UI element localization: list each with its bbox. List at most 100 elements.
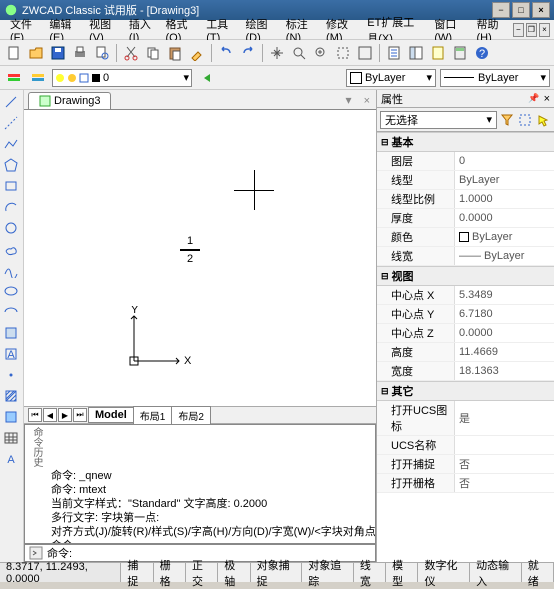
- property-value[interactable]: [455, 436, 554, 454]
- property-row[interactable]: UCS名称: [377, 436, 554, 455]
- region-tool[interactable]: [1, 407, 21, 427]
- tab-prev-button[interactable]: ◀: [43, 408, 57, 422]
- layer-prev-button[interactable]: [196, 68, 216, 88]
- toggle-pick-icon[interactable]: [535, 112, 551, 128]
- calc-button[interactable]: [450, 43, 470, 63]
- match-prop-button[interactable]: [187, 43, 207, 63]
- property-value[interactable]: 5.3489: [455, 286, 554, 304]
- maximize-button[interactable]: □: [512, 2, 530, 18]
- pan-button[interactable]: [267, 43, 287, 63]
- property-value[interactable]: ByLayer: [455, 228, 554, 246]
- status-toggle[interactable]: 捕捉: [121, 563, 153, 582]
- tab-next-button[interactable]: ▶: [58, 408, 72, 422]
- ellipse-arc-tool[interactable]: [1, 302, 21, 322]
- panel-close-icon[interactable]: ×: [544, 93, 550, 105]
- property-value[interactable]: 0.0000: [455, 209, 554, 227]
- layer-dropdown[interactable]: 0 ▾: [52, 69, 192, 87]
- property-row[interactable]: 线型比例1.0000: [377, 190, 554, 209]
- polygon-tool[interactable]: [1, 155, 21, 175]
- property-row[interactable]: 颜色ByLayer: [377, 228, 554, 247]
- property-value[interactable]: 是: [455, 401, 554, 435]
- hatch-tool[interactable]: [1, 386, 21, 406]
- tab-close-icon[interactable]: ×: [358, 93, 376, 109]
- property-row[interactable]: 图层0: [377, 152, 554, 171]
- property-value[interactable]: 1.0000: [455, 190, 554, 208]
- property-group-header[interactable]: 其它: [377, 381, 554, 401]
- zoom-window-button[interactable]: [333, 43, 353, 63]
- table-tool[interactable]: [1, 428, 21, 448]
- property-row[interactable]: 线型ByLayer: [377, 171, 554, 190]
- cut-button[interactable]: [121, 43, 141, 63]
- mdi-close[interactable]: ×: [539, 23, 550, 37]
- arc-tool[interactable]: [1, 197, 21, 217]
- status-toggle[interactable]: 动态输入: [470, 563, 522, 582]
- property-grid[interactable]: 基本图层0线型ByLayer线型比例1.0000厚度0.0000颜色ByLaye…: [377, 132, 554, 562]
- select-objects-icon[interactable]: [517, 112, 533, 128]
- property-group-header[interactable]: 视图: [377, 266, 554, 286]
- property-value[interactable]: —— ByLayer: [455, 247, 554, 265]
- property-value[interactable]: 0: [455, 152, 554, 170]
- open-button[interactable]: [26, 43, 46, 63]
- xline-tool[interactable]: [1, 113, 21, 133]
- coordinates-display[interactable]: 8.3717, 11.2493, 0.0000: [0, 563, 121, 582]
- status-toggle[interactable]: 数字化仪: [418, 563, 470, 582]
- ellipse-tool[interactable]: [1, 281, 21, 301]
- status-toggle[interactable]: 栅格: [154, 563, 186, 582]
- selection-dropdown[interactable]: 无选择 ▾: [380, 111, 497, 129]
- property-row[interactable]: 高度11.4669: [377, 343, 554, 362]
- revcloud-tool[interactable]: [1, 239, 21, 259]
- tool-palette-button[interactable]: [428, 43, 448, 63]
- help-button[interactable]: ?: [472, 43, 492, 63]
- property-row[interactable]: 中心点 X5.3489: [377, 286, 554, 305]
- property-row[interactable]: 线宽—— ByLayer: [377, 247, 554, 266]
- tab-menu-icon[interactable]: ▾: [340, 91, 358, 109]
- print-button[interactable]: [70, 43, 90, 63]
- property-row[interactable]: 打开栅格否: [377, 474, 554, 493]
- status-toggle[interactable]: 正交: [186, 563, 218, 582]
- mdi-restore[interactable]: ❐: [526, 23, 537, 37]
- copy-button[interactable]: [143, 43, 163, 63]
- redo-button[interactable]: [238, 43, 258, 63]
- polyline-tool[interactable]: [1, 134, 21, 154]
- status-toggle[interactable]: 模型: [386, 563, 418, 582]
- document-tab[interactable]: Drawing3: [28, 92, 111, 109]
- linetype-dropdown[interactable]: ByLayer ▾: [440, 69, 550, 87]
- property-value[interactable]: 否: [455, 455, 554, 473]
- command-history[interactable]: 命令历史 命令: _qnew 命令: mtext 当前文字样式："Standar…: [24, 424, 376, 544]
- status-toggle[interactable]: 就绪: [522, 563, 554, 582]
- property-row[interactable]: 中心点 Y6.7180: [377, 305, 554, 324]
- quick-select-icon[interactable]: [499, 112, 515, 128]
- new-button[interactable]: [4, 43, 24, 63]
- rectangle-tool[interactable]: [1, 176, 21, 196]
- property-value[interactable]: 6.7180: [455, 305, 554, 323]
- design-center-button[interactable]: [406, 43, 426, 63]
- zoom-prev-button[interactable]: [311, 43, 331, 63]
- line-tool[interactable]: [1, 92, 21, 112]
- status-toggle[interactable]: 对象捕捉: [251, 563, 303, 582]
- property-row[interactable]: 中心点 Z0.0000: [377, 324, 554, 343]
- status-toggle[interactable]: 对象追踪: [302, 563, 354, 582]
- layout2-tab[interactable]: 布局2: [171, 406, 211, 425]
- undo-button[interactable]: [216, 43, 236, 63]
- model-tab[interactable]: Model: [88, 407, 134, 423]
- property-row[interactable]: 厚度0.0000: [377, 209, 554, 228]
- paste-button[interactable]: [165, 43, 185, 63]
- point-tool[interactable]: [1, 365, 21, 385]
- zoom-realtime-button[interactable]: [289, 43, 309, 63]
- layer-states-button[interactable]: [28, 68, 48, 88]
- tab-first-button[interactable]: ⏮: [28, 408, 42, 422]
- property-row[interactable]: 打开UCS图标是: [377, 401, 554, 436]
- status-toggle[interactable]: 极轴: [218, 563, 250, 582]
- mdi-minimize[interactable]: −: [513, 23, 524, 37]
- property-value[interactable]: 0.0000: [455, 324, 554, 342]
- mtext-tool[interactable]: A: [1, 449, 21, 469]
- property-value[interactable]: 18.1363: [455, 362, 554, 380]
- property-row[interactable]: 打开捕捉否: [377, 455, 554, 474]
- color-dropdown[interactable]: ByLayer ▾: [346, 69, 436, 87]
- pin-icon[interactable]: 📌: [528, 93, 539, 104]
- tab-last-button[interactable]: ⏭: [73, 408, 87, 422]
- property-value[interactable]: 否: [455, 474, 554, 492]
- spline-tool[interactable]: [1, 260, 21, 280]
- insert-block-tool[interactable]: [1, 323, 21, 343]
- save-button[interactable]: [48, 43, 68, 63]
